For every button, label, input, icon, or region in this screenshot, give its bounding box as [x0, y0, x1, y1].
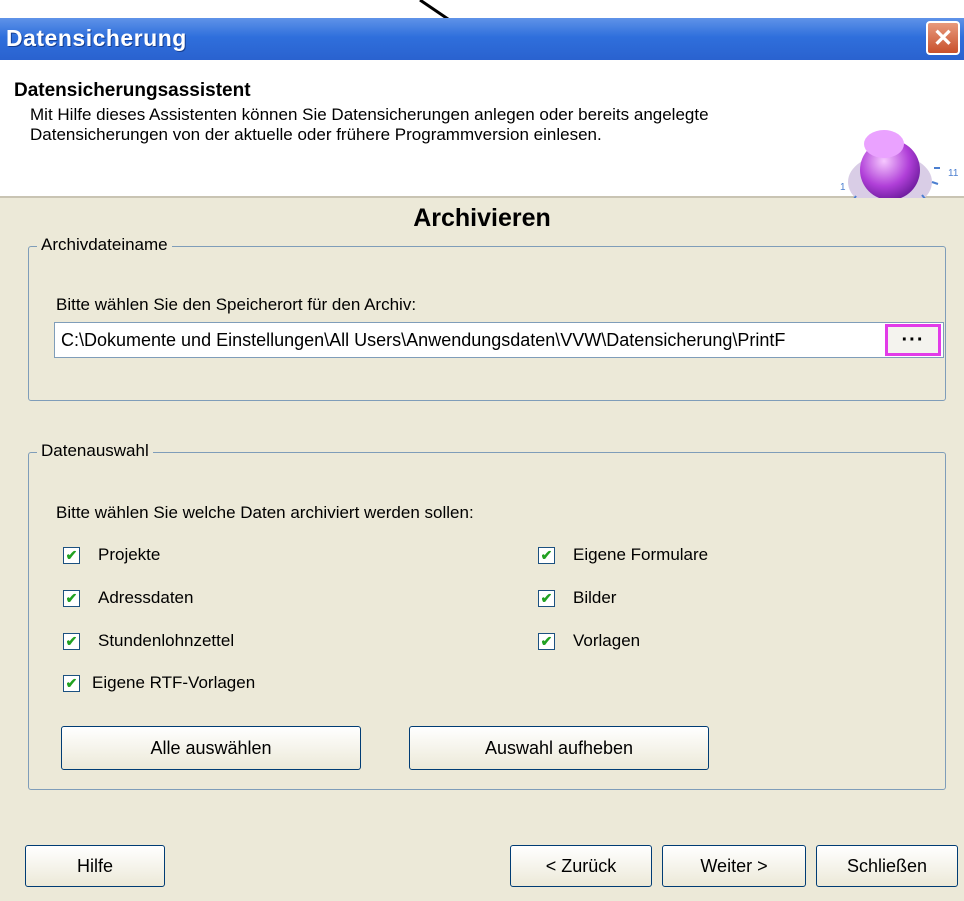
- checkbox-eigene-rtf-vorlagen[interactable]: ✔ Eigene RTF-Vorlagen: [63, 673, 255, 693]
- checkbox-label: Eigene RTF-Vorlagen: [92, 673, 256, 692]
- checkbox-label: Stundenlohnzettel: [98, 631, 235, 650]
- check-icon: ✔: [63, 632, 80, 650]
- data-prompt: Bitte wählen Sie welche Daten archiviert…: [56, 503, 474, 522]
- checkbox-label: Adressdaten: [98, 588, 194, 607]
- checkbox-adressdaten[interactable]: ✔ Adressdaten: [63, 588, 193, 608]
- checkbox-label: Projekte: [98, 545, 161, 564]
- checkbox-label: Bilder: [573, 588, 617, 607]
- page-heading: Archivieren: [413, 204, 551, 232]
- archive-filename-group: Archivdateiname Bitte wählen Sie den Spe…: [28, 235, 946, 401]
- archive-group-legend: Archivdateiname: [37, 235, 172, 255]
- wizard-title: Datensicherungsassistent: [14, 80, 251, 101]
- backup-dialog: Datensicherung ✕ Datensicherungsassisten…: [0, 18, 964, 901]
- check-icon: ✔: [538, 589, 555, 607]
- dial-label-11: 11: [948, 168, 959, 179]
- checkbox-label: Vorlagen: [573, 631, 641, 650]
- check-icon: ✔: [63, 674, 80, 692]
- check-icon: ✔: [63, 546, 80, 564]
- title-bar: Datensicherung ✕: [0, 18, 964, 60]
- checkbox-eigene-formulare[interactable]: ✔ Eigene Formulare: [538, 545, 708, 565]
- data-group-legend: Datenauswahl: [37, 441, 153, 461]
- checkbox-stundenlohnzettel[interactable]: ✔ Stundenlohnzettel: [63, 631, 234, 651]
- select-all-button[interactable]: Alle auswählen: [61, 726, 361, 770]
- archive-path-input[interactable]: C:\Dokumente und Einstellungen\All Users…: [54, 322, 944, 358]
- check-icon: ✔: [538, 546, 555, 564]
- wizard-description: Mit Hilfe dieses Assistenten können Sie …: [30, 105, 709, 144]
- dial-label-1: 1: [840, 182, 846, 193]
- close-icon: ✕: [932, 24, 954, 52]
- browse-button[interactable]: ···: [885, 324, 941, 356]
- check-icon: ✔: [63, 589, 80, 607]
- checkbox-projekte[interactable]: ✔ Projekte: [63, 545, 160, 565]
- checkbox-bilder[interactable]: ✔ Bilder: [538, 588, 616, 608]
- ellipsis-icon: ···: [901, 328, 925, 351]
- wizard-header: Datensicherungsassistent Mit Hilfe diese…: [0, 60, 964, 219]
- close-button[interactable]: Schließen: [816, 845, 958, 887]
- data-selection-group: Datenauswahl Bitte wählen Sie welche Dat…: [28, 441, 946, 790]
- wizard-body: Archivieren Archivdateiname Bitte wählen…: [0, 198, 964, 901]
- check-icon: ✔: [538, 632, 555, 650]
- checkbox-vorlagen[interactable]: ✔ Vorlagen: [538, 631, 640, 651]
- next-button[interactable]: Weiter >: [662, 845, 806, 887]
- close-window-button[interactable]: ✕: [926, 21, 960, 55]
- back-button[interactable]: < Zurück: [510, 845, 652, 887]
- deselect-all-button[interactable]: Auswahl aufheben: [409, 726, 709, 770]
- help-button[interactable]: Hilfe: [25, 845, 165, 887]
- window-title: Datensicherung: [6, 25, 187, 51]
- checkbox-label: Eigene Formulare: [573, 545, 709, 564]
- archive-prompt: Bitte wählen Sie den Speicherort für den…: [56, 295, 417, 314]
